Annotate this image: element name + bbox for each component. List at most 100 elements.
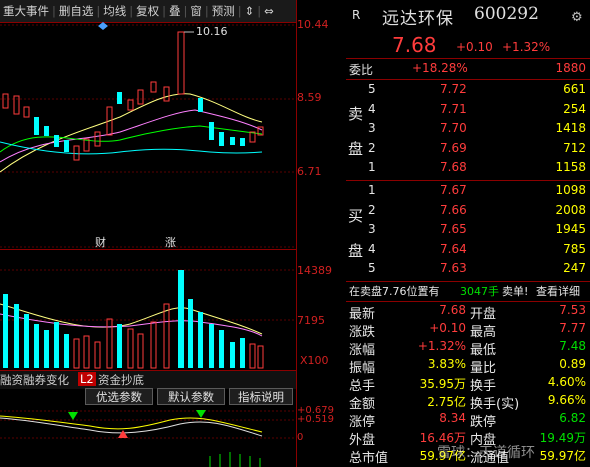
toolbar-adjust[interactable]: 复权 xyxy=(133,3,162,19)
stat-label: 振幅 xyxy=(349,361,376,376)
bid-row[interactable]: 2 7.66 2008 xyxy=(346,203,590,221)
ask-row[interactable]: 3 7.70 1418 xyxy=(346,121,590,139)
ask-volume: 254 xyxy=(563,101,586,116)
high-price-marker: 10.16 xyxy=(196,25,228,38)
ask-price: 7.69 xyxy=(440,140,467,155)
stat-value: 9.66% xyxy=(547,393,586,407)
stat-label: 总手 xyxy=(349,379,376,394)
tab-capital-bottom[interactable]: 资金抄底 xyxy=(98,372,144,388)
note-financial[interactable]: 财 xyxy=(95,234,106,250)
ask-level: 5 xyxy=(368,82,376,96)
note-limit-up[interactable]: 涨 xyxy=(165,234,176,250)
indicator-chart[interactable] xyxy=(0,408,296,467)
stock-name: 远达环保 xyxy=(382,9,454,29)
ask-level: 3 xyxy=(368,121,376,135)
bid-volume: 1945 xyxy=(555,222,586,236)
view-detail-link[interactable]: 查看详细 xyxy=(536,283,580,299)
bid-level: 2 xyxy=(368,202,376,217)
price-tick-mid: 8.59 xyxy=(297,91,322,104)
bid-volume: 785 xyxy=(563,241,586,256)
quote-panel: R 远达环保 600292 ⚙ 7.68 +0.10 +1.32% 委比 +18… xyxy=(346,0,590,467)
current-price: 7.68 xyxy=(392,33,437,57)
stat-label: 换手(实) xyxy=(470,397,520,412)
order-ratio-row: 委比 +18.28% 1880 xyxy=(349,61,586,77)
stat-value: 4.60% xyxy=(547,375,586,389)
stat-value: +1.32% xyxy=(417,339,466,353)
ask-row[interactable]: 2 7.69 712 xyxy=(346,141,590,159)
stat-value: 7.48 xyxy=(559,339,586,353)
tab-l2-key[interactable]: L2 xyxy=(78,372,96,386)
indicator-help-button[interactable]: 指标说明 xyxy=(229,388,293,405)
bid-row[interactable]: 4 7.64 785 xyxy=(346,242,590,260)
stat-value: 7.68 xyxy=(439,303,466,317)
stat-value: +0.10 xyxy=(429,321,466,335)
price-change-pct: +1.32% xyxy=(502,40,551,54)
ask-row[interactable]: 4 7.71 254 xyxy=(346,102,590,120)
stat-label: 金额 xyxy=(349,397,376,412)
toolbar-remove-watchlist[interactable]: 删自选 xyxy=(56,3,97,19)
ask-row[interactable]: 1 7.68 1158 xyxy=(346,160,590,178)
ask-price: 7.68 xyxy=(440,160,467,174)
volume-chart[interactable] xyxy=(0,264,296,370)
optimal-params-button[interactable]: 优选参数 xyxy=(85,388,153,405)
candlestick-chart[interactable] xyxy=(0,22,296,258)
bid-row[interactable]: 1 7.67 1098 xyxy=(346,183,590,201)
ask-level: 1 xyxy=(368,160,376,174)
stat-label: 最低 xyxy=(470,343,497,358)
stat-value: 6.82 xyxy=(559,411,586,425)
ask-volume: 1418 xyxy=(555,121,586,135)
sell-signal-arrow-icon xyxy=(196,410,206,418)
bid-volume: 247 xyxy=(563,261,586,275)
stat-label: 跌停 xyxy=(470,415,497,430)
bid-row[interactable]: 5 7.63 247 xyxy=(346,261,590,279)
candles xyxy=(2,31,264,161)
ask-level: 4 xyxy=(368,101,376,116)
stat-label: 换手 xyxy=(470,379,497,394)
ask-row[interactable]: 5 7.72 661 xyxy=(346,82,590,100)
stat-label: 总市值 xyxy=(349,451,389,466)
ask-price: 7.71 xyxy=(440,101,467,116)
stock-code: 600292 xyxy=(474,4,539,24)
stat-row: 金额 2.75亿 换手(实) 9.66% xyxy=(346,393,590,412)
toolbar-vertical-zoom-icon[interactable]: ⇕ xyxy=(242,4,258,18)
bid-row[interactable]: 3 7.65 1945 xyxy=(346,222,590,240)
toolbar-major-events[interactable]: 重大事件 xyxy=(0,3,52,19)
toolbar-horizontal-zoom-icon[interactable]: ⇔ xyxy=(261,4,277,18)
pending-order-row[interactable]: 在卖盘7.76位置有 3047手 卖单! 查看详细 xyxy=(346,283,590,301)
stat-label: 最高 xyxy=(470,325,497,340)
price-tick-low: 6.71 xyxy=(297,165,322,178)
ask-volume: 661 xyxy=(563,82,586,96)
bid-volume: 1098 xyxy=(555,183,586,197)
ask-volume: 712 xyxy=(563,140,586,155)
bid-price: 7.63 xyxy=(440,261,467,275)
ask-price: 7.70 xyxy=(440,121,467,135)
bid-volume: 2008 xyxy=(555,202,586,217)
indicator-tick-mid: +0.519 xyxy=(297,414,335,425)
ask-level: 2 xyxy=(368,140,376,155)
stat-row: 最新 7.68 开盘 7.53 xyxy=(346,303,590,322)
default-params-button[interactable]: 默认参数 xyxy=(157,388,225,405)
search-icon[interactable]: ⚙ xyxy=(571,10,583,25)
bid-level: 4 xyxy=(368,241,376,256)
stat-row: 涨停 8.34 跌停 6.82 xyxy=(346,411,590,430)
toolbar-forecast[interactable]: 预测 xyxy=(209,3,238,19)
toolbar-window[interactable]: 窗 xyxy=(187,3,205,19)
volume-unit: X100 xyxy=(300,354,329,367)
toolbar-overlay[interactable]: 叠 xyxy=(166,3,184,19)
stat-value: 59.97亿 xyxy=(539,449,586,463)
bid-level: 1 xyxy=(368,183,376,197)
bid-price: 7.65 xyxy=(440,222,467,236)
watermark: 雪球：天道循环 xyxy=(437,445,535,461)
chart-toolbar: 重大事件 | 删自选 | 均线 | 复权 | 叠 | 窗 | 预测 | ⇕ | ⇔ xyxy=(0,0,296,23)
toolbar-moving-average[interactable]: 均线 xyxy=(100,3,129,19)
tab-margin-trading[interactable]: 融资融券变化 xyxy=(0,372,69,388)
event-diamond-icon[interactable] xyxy=(98,22,108,30)
stat-row: 涨跌 +0.10 最高 7.77 xyxy=(346,321,590,340)
stat-label: 量比 xyxy=(470,361,497,376)
stat-value: 2.75亿 xyxy=(427,395,466,409)
stat-value: 19.49万 xyxy=(539,431,586,445)
ask-volume: 1158 xyxy=(555,160,586,174)
stat-row: 涨幅 +1.32% 最低 7.48 xyxy=(346,339,590,358)
price-tick-high: 10.44 xyxy=(297,18,329,31)
volume-bars xyxy=(3,270,264,369)
